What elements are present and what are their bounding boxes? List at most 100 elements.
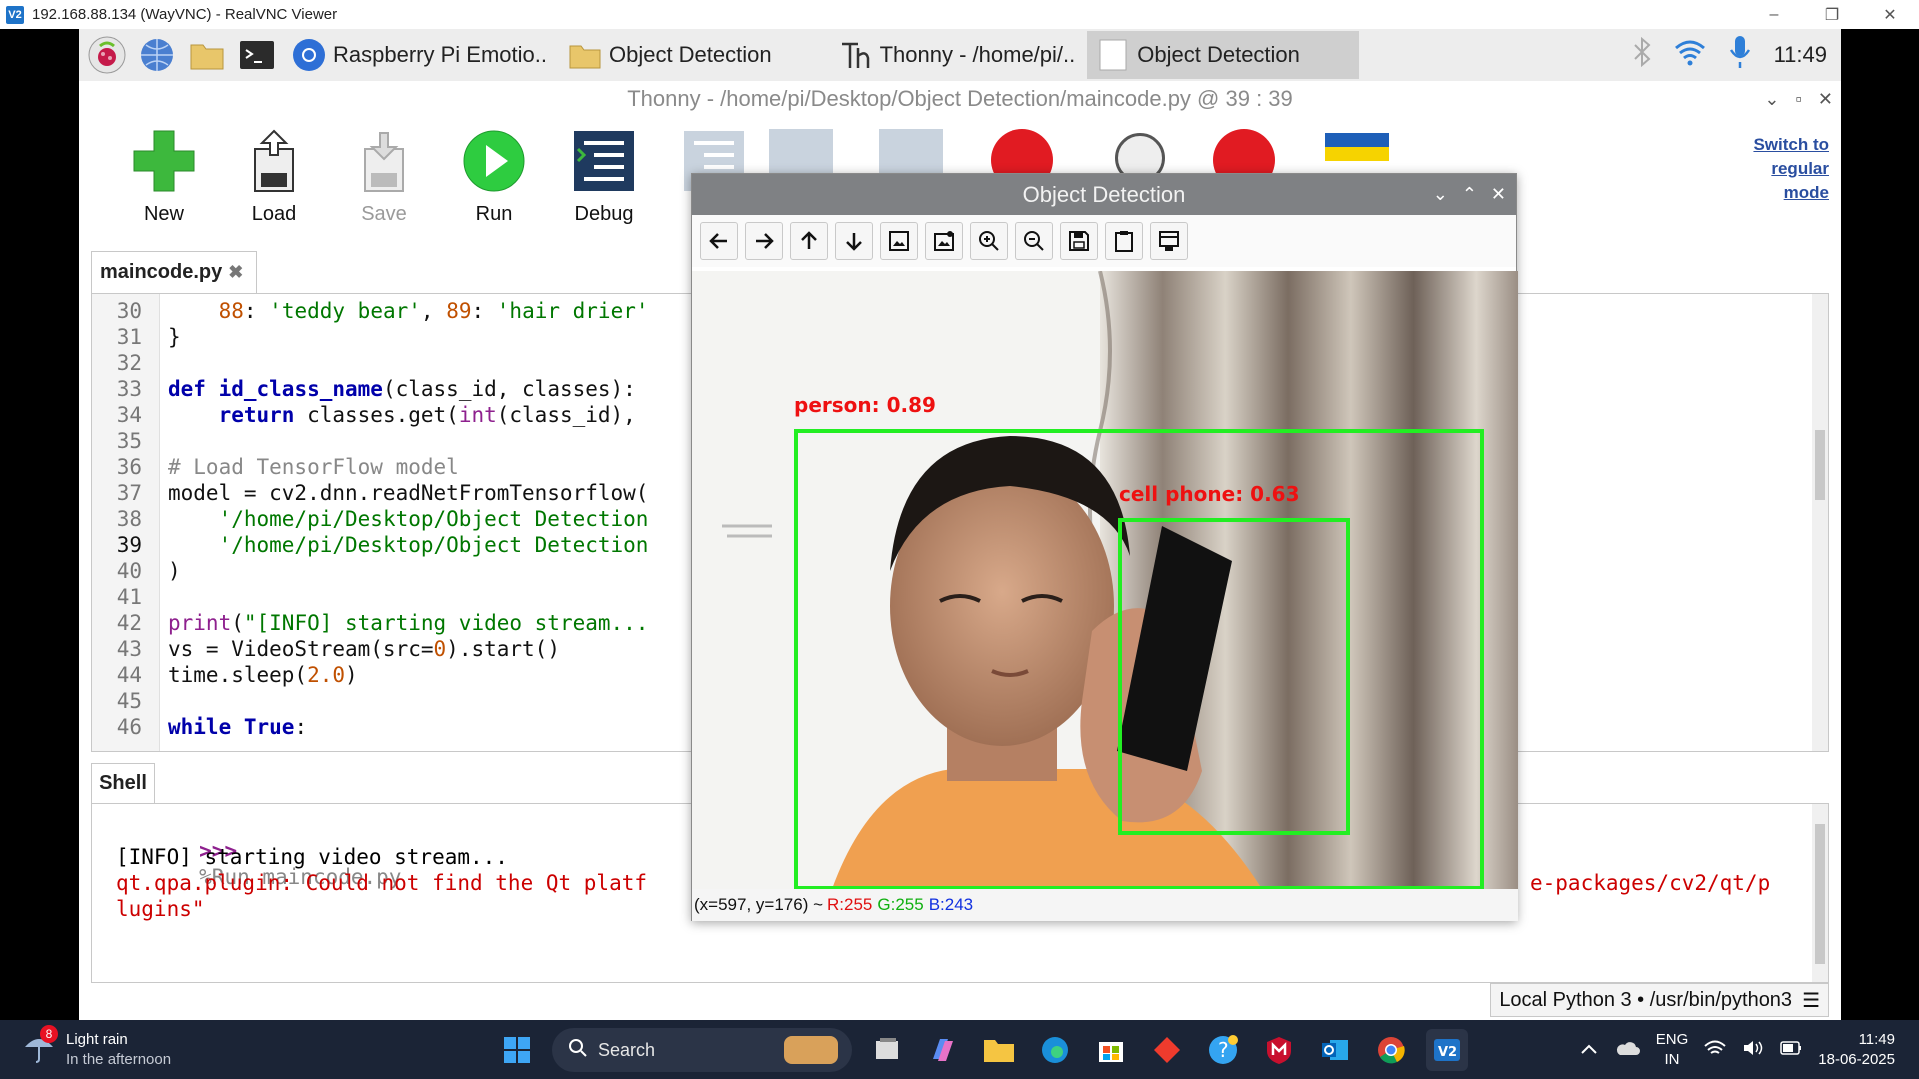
volume-icon[interactable] bbox=[1742, 1039, 1764, 1061]
pi-task-folder[interactable]: Object Detection bbox=[559, 31, 780, 79]
editor-scrollbar[interactable] bbox=[1812, 294, 1828, 751]
code-text: '/home/pi/Desktop/Object Detection bbox=[218, 533, 649, 557]
screen: V2 192.168.88.134 (WayVNC) - RealVNC Vie… bbox=[0, 0, 1919, 1079]
switch-to-regular-mode-link[interactable]: Switch to regular mode bbox=[1729, 133, 1829, 205]
line-number: 40 bbox=[116, 559, 142, 583]
pi-clock[interactable]: 11:49 bbox=[1774, 42, 1827, 68]
save-button-label: Save bbox=[361, 203, 407, 225]
realvnc-icon: V2 bbox=[6, 5, 24, 24]
taskbar-date: 18-06-2025 bbox=[1818, 1051, 1895, 1068]
scrollbar-thumb[interactable] bbox=[1815, 824, 1825, 964]
shell-info-line: [INFO] starting video stream... bbox=[116, 845, 508, 869]
vnc-window-controls: – ❐ ✕ bbox=[1745, 0, 1919, 29]
task-view-icon[interactable] bbox=[866, 1029, 908, 1071]
arrow-left-icon[interactable] bbox=[700, 222, 738, 260]
od-title-bar: Object Detection ⌄ ⌃ ✕ bbox=[692, 174, 1516, 215]
code-text: print("[INFO] starting video stream... bbox=[168, 611, 649, 635]
help-icon[interactable]: ? bbox=[1202, 1029, 1244, 1071]
remote-desktop: Raspberry Pi Emotio.. Object Detection T… bbox=[79, 29, 1841, 1020]
file-manager-icon[interactable] bbox=[185, 33, 229, 77]
pi-task-thonny[interactable]: Thonny - /home/pi/.. bbox=[830, 31, 1084, 79]
language-code: ENG bbox=[1655, 1031, 1689, 1048]
input-language[interactable]: ENG IN bbox=[1656, 1030, 1689, 1070]
arrow-up-icon[interactable] bbox=[790, 222, 828, 260]
chevron-up-icon[interactable]: ⌃ bbox=[1462, 184, 1477, 205]
outlook-icon[interactable] bbox=[1314, 1029, 1356, 1071]
save-icon[interactable] bbox=[1060, 222, 1098, 260]
weather-widget[interactable]: 8 Light rain In the afternoon bbox=[22, 1024, 172, 1072]
chevron-down-icon[interactable]: ⌄ bbox=[1764, 89, 1779, 110]
editor-tab-maincode[interactable]: maincode.py ✖ bbox=[91, 251, 257, 293]
windows-start-icon[interactable] bbox=[496, 1029, 538, 1071]
close-icon[interactable]: ✕ bbox=[1818, 89, 1833, 110]
close-button[interactable]: ✕ bbox=[1861, 0, 1919, 29]
run-button[interactable]: Run bbox=[439, 129, 549, 226]
panel-icon[interactable] bbox=[1150, 222, 1188, 260]
load-file-icon bbox=[242, 129, 306, 193]
line-number: 32 bbox=[116, 351, 142, 375]
copilot-icon[interactable] bbox=[922, 1029, 964, 1071]
cell-phone-detection-label: cell phone: 0.63 bbox=[1119, 482, 1300, 506]
battery-icon[interactable] bbox=[1780, 1041, 1802, 1059]
arrow-right-icon[interactable] bbox=[745, 222, 783, 260]
od-window-title: Object Detection bbox=[1022, 181, 1186, 207]
debug-button[interactable]: Debug bbox=[549, 129, 659, 226]
minimize-button[interactable]: – bbox=[1745, 0, 1803, 29]
anydesk-icon[interactable] bbox=[1146, 1029, 1188, 1071]
line-number: 45 bbox=[116, 689, 142, 713]
pixel-b-value: B:243 bbox=[928, 895, 974, 914]
wifi-icon[interactable] bbox=[1704, 1039, 1726, 1061]
terminal-icon[interactable] bbox=[235, 33, 279, 77]
arrow-down-icon[interactable] bbox=[835, 222, 873, 260]
wifi-icon[interactable] bbox=[1674, 38, 1706, 72]
zoom-in-icon[interactable] bbox=[970, 222, 1008, 260]
restore-button[interactable]: ❐ bbox=[1803, 0, 1861, 29]
load-button[interactable]: Load bbox=[219, 129, 329, 226]
interpreter-label: Local Python 3 • /usr/bin/python3 bbox=[1499, 988, 1793, 1011]
weather-subtitle: In the afternoon bbox=[66, 1051, 172, 1068]
file-explorer-icon[interactable] bbox=[978, 1029, 1020, 1071]
scrollbar-thumb[interactable] bbox=[1815, 430, 1825, 500]
microsoft-store-icon[interactable] bbox=[1090, 1029, 1132, 1071]
svg-text:?: ? bbox=[1218, 1038, 1229, 1062]
shell-scrollbar[interactable] bbox=[1812, 804, 1828, 982]
image-icon[interactable] bbox=[880, 222, 918, 260]
pi-task-browser[interactable]: Raspberry Pi Emotio.. bbox=[283, 31, 555, 79]
line-number: 37 bbox=[116, 481, 142, 505]
microphone-icon[interactable] bbox=[1728, 34, 1752, 76]
interpreter-selector[interactable]: Local Python 3 • /usr/bin/python3 ☰ bbox=[1490, 983, 1829, 1017]
menu-icon[interactable]: ☰ bbox=[1802, 988, 1820, 1013]
close-icon[interactable]: ✕ bbox=[1491, 184, 1506, 205]
shell-tab[interactable]: Shell bbox=[91, 763, 155, 803]
save-button[interactable]: Save bbox=[329, 129, 439, 226]
onedrive-cloud-icon[interactable] bbox=[1614, 1040, 1640, 1060]
globe-icon[interactable] bbox=[135, 33, 179, 77]
mcafee-icon[interactable] bbox=[1258, 1029, 1300, 1071]
close-tab-icon[interactable]: ✖ bbox=[228, 262, 243, 283]
copy-clipboard-icon[interactable] bbox=[1105, 222, 1143, 260]
ukraine-flag-icon[interactable] bbox=[1325, 133, 1389, 161]
pi-task-object-detection[interactable]: Object Detection bbox=[1087, 31, 1360, 79]
chrome-icon[interactable] bbox=[1370, 1029, 1412, 1071]
line-number: 43 bbox=[116, 637, 142, 661]
webcam-frame[interactable]: person: 0.89 cell phone: 0.63 bbox=[692, 271, 1518, 889]
pi-task-label: Object Detection bbox=[608, 42, 772, 67]
debug-button-label: Debug bbox=[574, 203, 634, 225]
raspberry-menu-icon[interactable] bbox=[85, 33, 129, 77]
line-number: 34 bbox=[116, 403, 142, 427]
taskbar-apps: Search ? V2 bbox=[496, 1024, 1468, 1076]
edge-icon[interactable] bbox=[1034, 1029, 1076, 1071]
chevron-down-icon[interactable]: ⌄ bbox=[1433, 184, 1448, 205]
bluetooth-icon[interactable] bbox=[1632, 36, 1652, 73]
webcam-scene bbox=[692, 271, 1518, 889]
realvnc-taskbar-icon[interactable]: V2 bbox=[1426, 1029, 1468, 1071]
run-play-icon bbox=[462, 129, 526, 193]
taskbar-clock[interactable]: 11:49 18-06-2025 bbox=[1818, 1030, 1895, 1070]
zoom-out-icon[interactable] bbox=[1015, 222, 1053, 260]
chevron-up-icon[interactable] bbox=[1580, 1042, 1598, 1059]
new-button[interactable]: New bbox=[109, 129, 219, 226]
maximize-icon[interactable]: ▫ bbox=[1796, 89, 1802, 110]
image-properties-icon[interactable] bbox=[925, 222, 963, 260]
line-number: 39 bbox=[116, 533, 142, 557]
taskbar-search-box[interactable]: Search bbox=[552, 1028, 852, 1072]
